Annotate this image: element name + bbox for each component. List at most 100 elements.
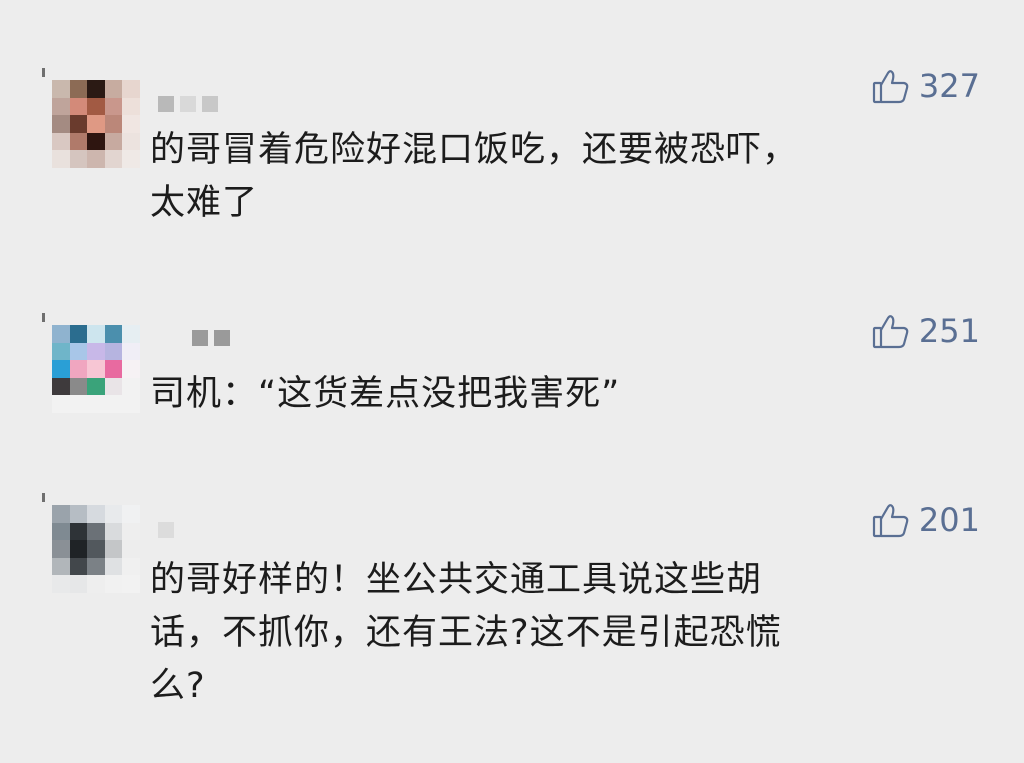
avatar-pixel xyxy=(87,575,105,593)
comment-text: 的哥冒着危险好混口饭吃，还要被恐吓， 太难了 xyxy=(150,124,950,230)
avatar-pixel xyxy=(52,97,70,116)
comment-text-line: 的哥好样的！坐公共交通工具说这些胡 xyxy=(150,560,763,600)
avatar-pixel xyxy=(52,150,70,168)
avatar-pixel xyxy=(52,395,70,413)
avatar-pixel xyxy=(122,557,140,576)
avatar-pixel xyxy=(104,132,123,151)
comment-text-line: 司机：“这货差点没把我害死” xyxy=(150,374,621,414)
like-button[interactable]: 327 xyxy=(871,66,980,106)
like-count: 201 xyxy=(918,501,980,539)
avatar-pixel xyxy=(52,505,70,523)
avatar-pixel xyxy=(69,80,88,98)
avatar-pixel xyxy=(87,342,105,361)
avatar-pixel xyxy=(69,150,88,168)
thumbs-up-icon xyxy=(872,315,909,349)
avatar-pixel xyxy=(122,97,140,116)
avatar-pixel xyxy=(69,342,88,361)
username-pixel xyxy=(202,96,218,112)
avatar-pixel xyxy=(104,575,123,593)
avatar-pixel xyxy=(69,132,88,151)
avatar-pixel xyxy=(104,150,123,168)
avatar-pixel xyxy=(87,395,105,413)
avatar-corner-mark xyxy=(42,313,45,322)
username-blurred[interactable] xyxy=(158,522,174,540)
thumbs-up-icon xyxy=(872,504,909,538)
avatar[interactable] xyxy=(52,80,140,168)
comment-text-line: 太难了 xyxy=(150,183,259,223)
avatar-pixel xyxy=(122,540,140,558)
avatar-pixel xyxy=(87,540,105,558)
username-pixel xyxy=(192,330,208,346)
avatar-pixel xyxy=(104,377,123,396)
avatar-pixel xyxy=(52,360,70,378)
comment-text: 司机：“这货差点没把我害死” xyxy=(150,368,950,421)
username-pixel xyxy=(214,330,230,346)
avatar-corner-mark xyxy=(42,493,45,502)
avatar-pixel xyxy=(52,557,70,576)
avatar-pixel xyxy=(69,115,88,133)
avatar-pixel xyxy=(104,342,123,361)
avatar-pixel xyxy=(122,575,140,593)
avatar-pixel xyxy=(87,557,105,576)
like-button[interactable]: 201 xyxy=(871,500,980,540)
avatar-pixel xyxy=(122,115,140,133)
avatar-pixel xyxy=(69,395,88,413)
avatar-pixel xyxy=(122,150,140,168)
avatar-pixel xyxy=(104,557,123,576)
comment-text-line: 的哥冒着危险好混口饭吃，还要被恐吓， xyxy=(150,130,799,170)
avatar-pixel xyxy=(52,80,70,98)
avatar-pixel xyxy=(69,505,88,523)
avatar-pixel xyxy=(52,325,70,343)
avatar-pixel xyxy=(52,115,70,133)
avatar-pixel xyxy=(69,325,88,343)
avatar-pixel xyxy=(104,540,123,558)
avatar-pixel xyxy=(122,80,140,98)
like-count: 327 xyxy=(918,67,980,105)
username-blurred[interactable] xyxy=(192,330,230,348)
avatar-pixel xyxy=(52,540,70,558)
avatar-pixel xyxy=(69,360,88,378)
avatar-pixel xyxy=(104,97,123,116)
avatar-pixel xyxy=(69,522,88,541)
avatar-pixel xyxy=(104,522,123,541)
avatar-pixel xyxy=(87,97,105,116)
comment-text-line: 话，不抓你，还有王法?这不是引起恐慌 xyxy=(150,613,782,653)
avatar-pixel xyxy=(104,395,123,413)
like-count: 251 xyxy=(918,312,980,350)
avatar-pixel xyxy=(87,115,105,133)
avatar-pixel xyxy=(87,80,105,98)
avatar-pixel xyxy=(87,132,105,151)
avatar-pixel xyxy=(52,377,70,396)
avatar-pixel xyxy=(122,395,140,413)
avatar-pixel xyxy=(87,377,105,396)
avatar-pixel xyxy=(104,325,123,343)
avatar-pixel xyxy=(104,80,123,98)
username-pixel xyxy=(158,522,174,538)
avatar-pixel xyxy=(69,377,88,396)
avatar-pixel xyxy=(52,132,70,151)
avatar-pixel xyxy=(52,342,70,361)
avatar[interactable] xyxy=(52,325,140,413)
avatar-pixel xyxy=(69,97,88,116)
avatar-pixel xyxy=(122,325,140,343)
avatar-pixel xyxy=(104,360,123,378)
avatar-pixel xyxy=(122,342,140,361)
avatar-pixel xyxy=(87,150,105,168)
avatar-pixel xyxy=(122,522,140,541)
avatar-pixel xyxy=(69,575,88,593)
avatar-pixel xyxy=(69,557,88,576)
thumbs-up-icon xyxy=(872,70,909,104)
avatar[interactable] xyxy=(52,505,140,593)
avatar-pixel xyxy=(122,360,140,378)
username-pixel xyxy=(180,96,196,112)
username-blurred[interactable] xyxy=(158,96,218,114)
comment-text: 的哥好样的！坐公共交通工具说这些胡 话，不抓你，还有王法?这不是引起恐慌 么? xyxy=(150,554,950,713)
avatar-corner-mark xyxy=(42,68,45,77)
avatar-pixel xyxy=(52,522,70,541)
avatar-pixel xyxy=(122,377,140,396)
avatar-pixel xyxy=(122,505,140,523)
avatar-pixel xyxy=(87,522,105,541)
comment-text-line: 么? xyxy=(150,666,206,706)
avatar-pixel xyxy=(87,360,105,378)
like-button[interactable]: 251 xyxy=(871,311,980,351)
